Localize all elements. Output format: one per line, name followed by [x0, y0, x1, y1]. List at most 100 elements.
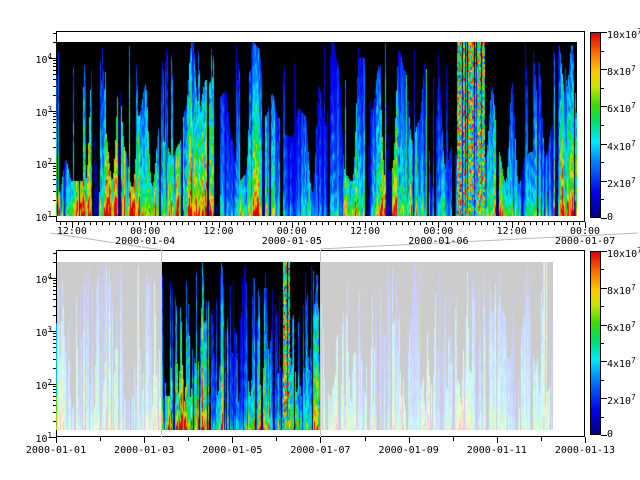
top-x-minor-tick: [518, 222, 519, 225]
top-x-minor-tick: [469, 222, 470, 225]
top-x-minor-tick: [310, 222, 311, 225]
top-x-minor-tick: [194, 222, 195, 225]
top-x-minor-tick: [335, 222, 336, 225]
bottom-y-minor-tick: [53, 389, 56, 390]
top-x-minor-tick: [157, 222, 158, 225]
top-x-minor-tick: [506, 222, 507, 225]
bottom-y-label: 103: [35, 325, 52, 339]
bottom-colorbar-minor-tick: [601, 343, 604, 344]
bottom-x-major-tick: [232, 437, 233, 443]
top-y-minor-tick: [53, 175, 56, 176]
top-x-minor-tick: [451, 222, 452, 225]
bottom-y-minor-tick: [53, 386, 56, 387]
bottom-x-major-tick: [144, 437, 145, 443]
top-x-minor-tick: [84, 222, 85, 225]
bottom-y-minor-tick: [53, 347, 56, 348]
bottom-y-label: 104: [35, 272, 52, 286]
bottom-y-minor-tick: [53, 396, 56, 397]
bottom-y-minor-tick: [53, 421, 56, 422]
top-x-minor-tick: [151, 222, 152, 225]
bottom-y-minor-tick: [53, 280, 56, 281]
top-x-time-label: 12:00: [350, 227, 380, 237]
top-x-minor-tick: [579, 222, 580, 225]
top-x-minor-tick: [249, 222, 250, 225]
top-y-minor-tick: [53, 179, 56, 180]
top-x-minor-tick: [133, 222, 134, 225]
top-x-minor-tick: [188, 222, 189, 225]
top-x-minor-tick: [463, 222, 464, 225]
top-x-minor-tick: [304, 222, 305, 225]
bottom-x-minor-tick: [100, 437, 101, 441]
top-y-minor-tick: [53, 86, 56, 87]
top-y-minor-tick: [53, 116, 56, 117]
bottom-y-minor-tick: [53, 262, 56, 263]
top-y-minor-tick: [53, 63, 56, 64]
bottom-colorbar-label: 10x107: [607, 246, 640, 260]
top-x-minor-tick: [396, 222, 397, 225]
top-x-minor-tick: [206, 222, 207, 225]
bottom-y-minor-tick: [53, 306, 56, 307]
top-x-minor-tick: [322, 222, 323, 225]
bottom-y-minor-tick: [53, 283, 56, 284]
top-x-minor-tick: [212, 222, 213, 225]
bottom-colorbar-minor-tick: [601, 380, 604, 381]
bottom-y-minor-tick: [53, 368, 56, 369]
top-x-minor-tick: [481, 222, 482, 225]
top-x-minor-tick: [408, 222, 409, 225]
top-x-minor-tick: [115, 222, 116, 225]
top-y-minor-tick: [53, 79, 56, 80]
top-x-minor-tick: [377, 222, 378, 225]
bottom-colorbar-minor-tick: [601, 417, 604, 418]
top-x-minor-tick: [542, 222, 543, 225]
top-x-date-label: 2000-01-04: [115, 237, 175, 247]
bottom-y-minor-tick: [53, 352, 56, 353]
top-x-minor-tick: [567, 222, 568, 225]
top-colorbar-minor-tick: [601, 162, 604, 163]
top-y-label: 101: [35, 210, 52, 224]
bottom-y-minor-tick: [53, 290, 56, 291]
bottom-colorbar-label: 4x107: [607, 356, 636, 370]
top-x-minor-tick: [548, 222, 549, 225]
bottom-colorbar-minor-tick: [601, 306, 604, 307]
top-x-time-label: 12:00: [203, 227, 233, 237]
top-y-minor-tick: [53, 95, 56, 96]
top-x-minor-tick: [487, 222, 488, 225]
top-x-time-label: 12:00: [497, 227, 527, 237]
top-y-minor-tick: [53, 138, 56, 139]
top-x-minor-tick: [267, 222, 268, 225]
top-colorbar-label: 6x107: [607, 101, 636, 115]
top-y-minor-tick: [53, 191, 56, 192]
top-x-minor-tick: [182, 222, 183, 225]
bottom-y-minor-tick: [53, 392, 56, 393]
top-x-minor-tick: [341, 222, 342, 225]
bottom-x-date-label: 2000-01-05: [202, 446, 262, 456]
top-x-date-label: 2000-01-06: [408, 237, 468, 247]
bottom-colorbar-minor-tick: [601, 269, 604, 270]
top-x-minor-tick: [121, 222, 122, 225]
bottom-x-major-tick: [56, 437, 57, 443]
top-x-minor-tick: [554, 222, 555, 225]
top-y-label: 104: [35, 52, 52, 66]
top-x-minor-tick: [426, 222, 427, 225]
top-y-minor-tick: [53, 132, 56, 133]
top-x-minor-tick: [390, 222, 391, 225]
bottom-x-date-label: 2000-01-01: [26, 446, 86, 456]
top-y-minor-tick: [53, 74, 56, 75]
top-y-minor-tick: [53, 113, 56, 114]
top-x-minor-tick: [261, 222, 262, 225]
top-colorbar-minor-tick: [601, 199, 604, 200]
top-y-minor-tick: [53, 42, 56, 43]
bottom-colorbar-label: 8x107: [607, 283, 636, 297]
bottom-x-minor-tick: [188, 437, 189, 441]
top-y-minor-tick: [53, 122, 56, 123]
bottom-x-minor-tick: [541, 437, 542, 441]
top-y-minor-tick: [53, 200, 56, 201]
top-x-minor-tick: [200, 222, 201, 225]
bottom-x-date-label: 2000-01-11: [467, 446, 527, 456]
top-x-minor-tick: [493, 222, 494, 225]
top-y-minor-tick: [53, 60, 56, 61]
top-x-minor-tick: [66, 222, 67, 225]
top-x-minor-tick: [60, 222, 61, 225]
bottom-x-minor-tick: [453, 437, 454, 441]
top-x-minor-tick: [432, 222, 433, 225]
